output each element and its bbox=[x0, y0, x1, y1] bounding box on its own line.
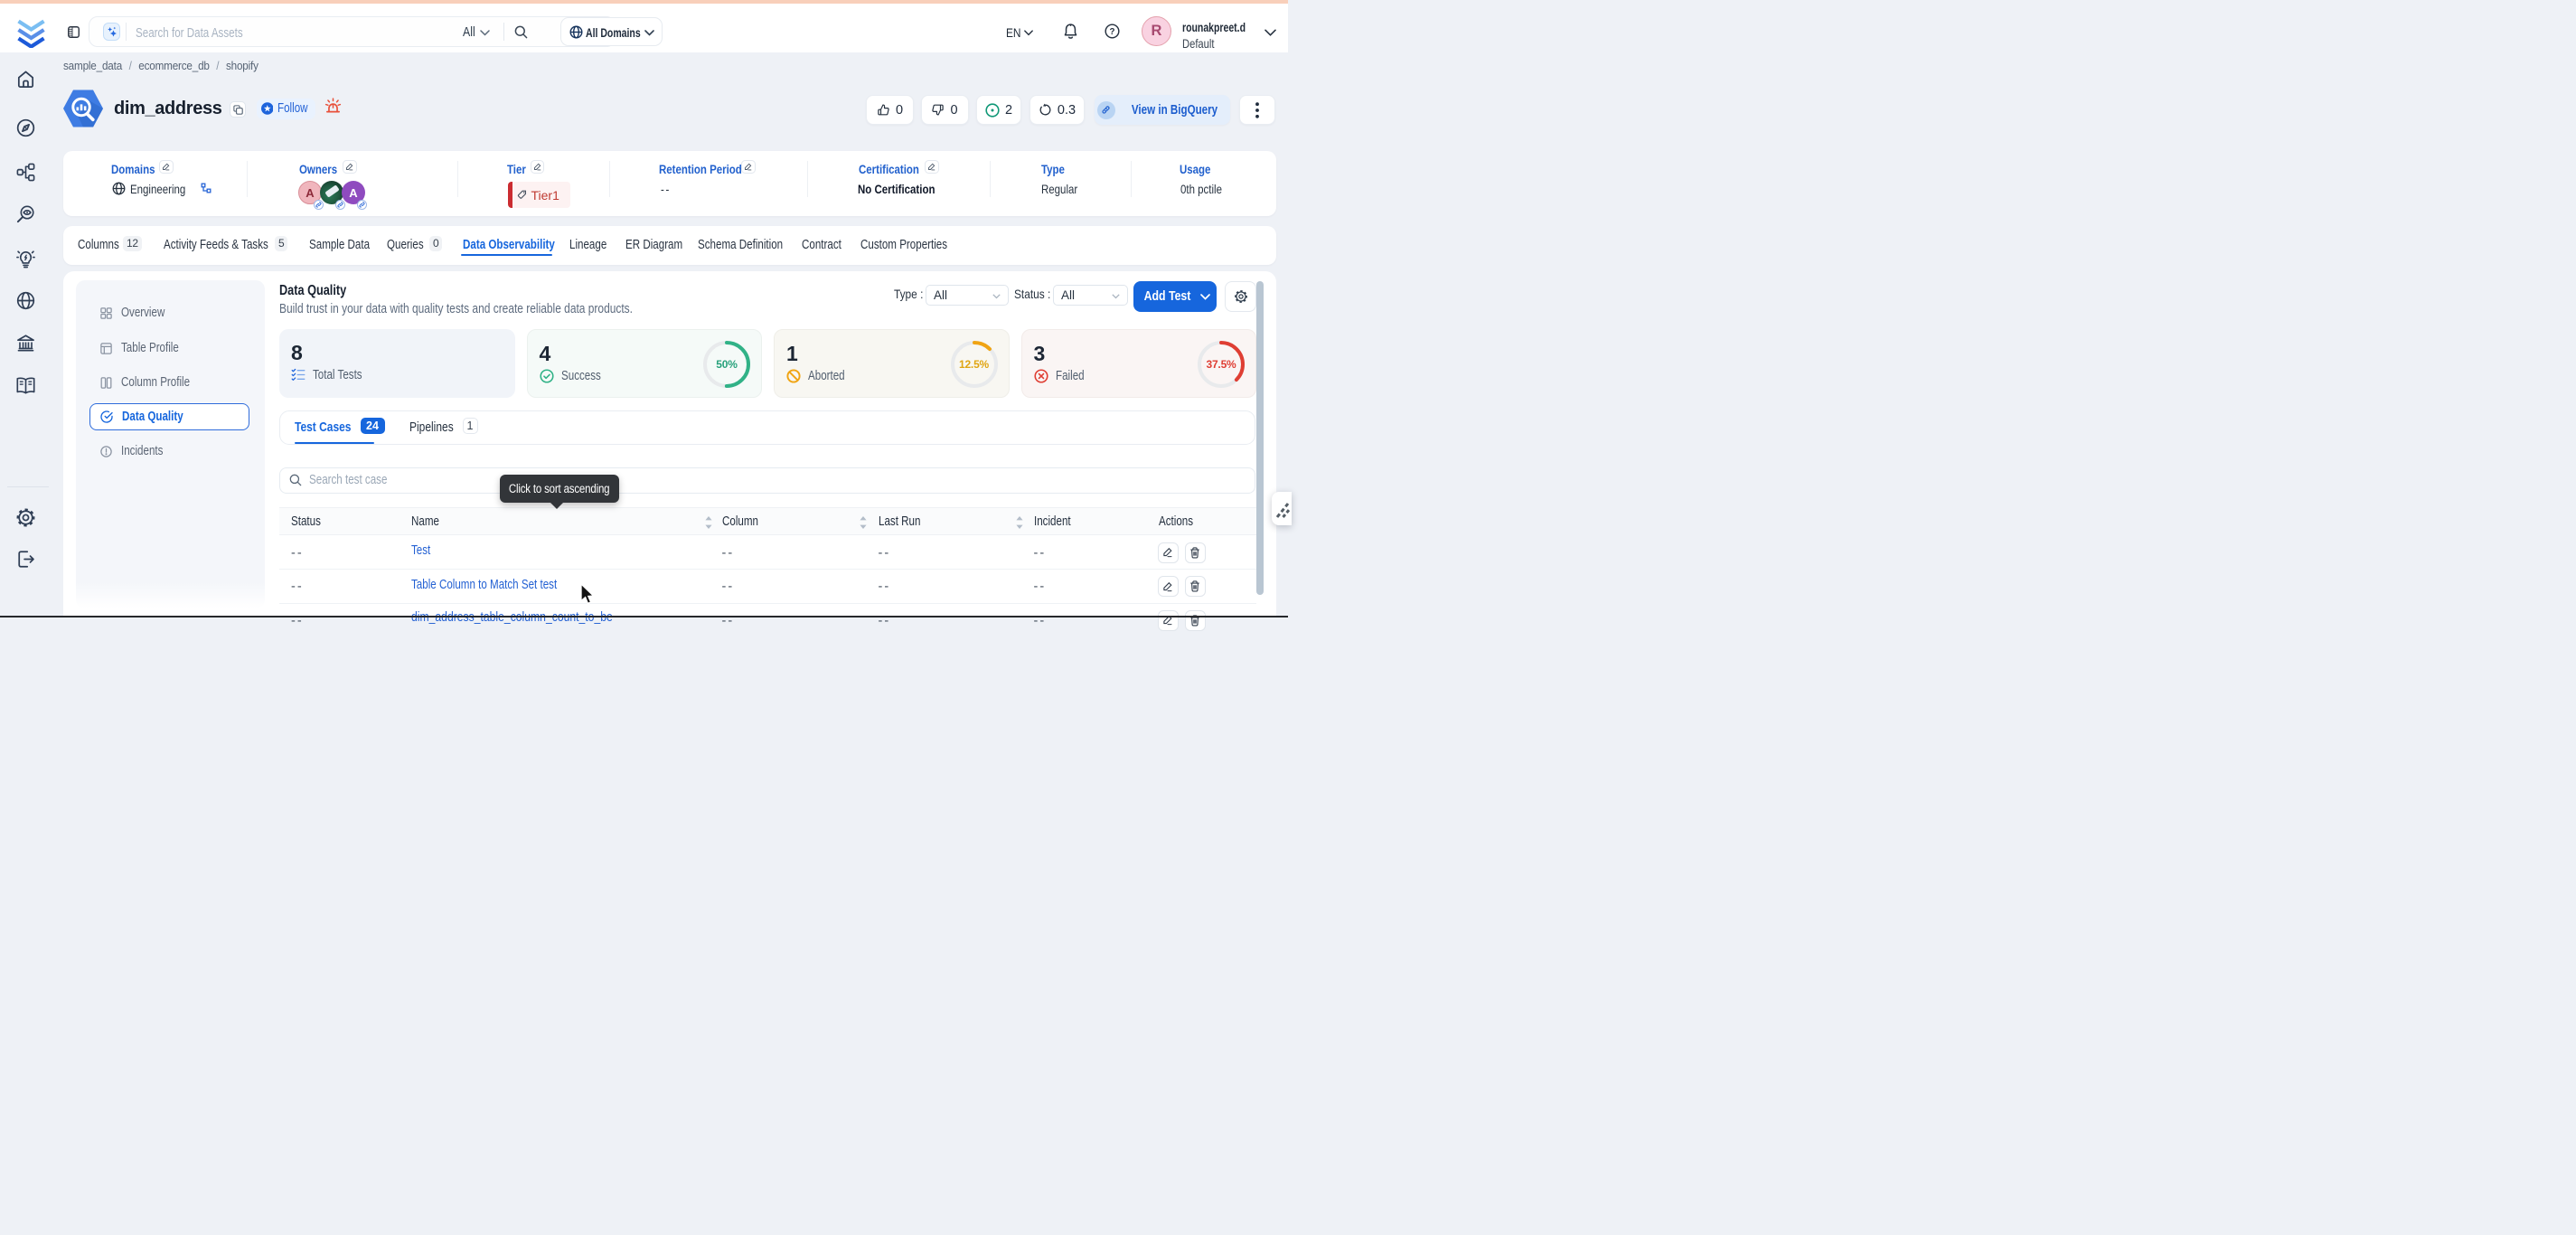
svg-text:?: ? bbox=[1110, 27, 1115, 37]
